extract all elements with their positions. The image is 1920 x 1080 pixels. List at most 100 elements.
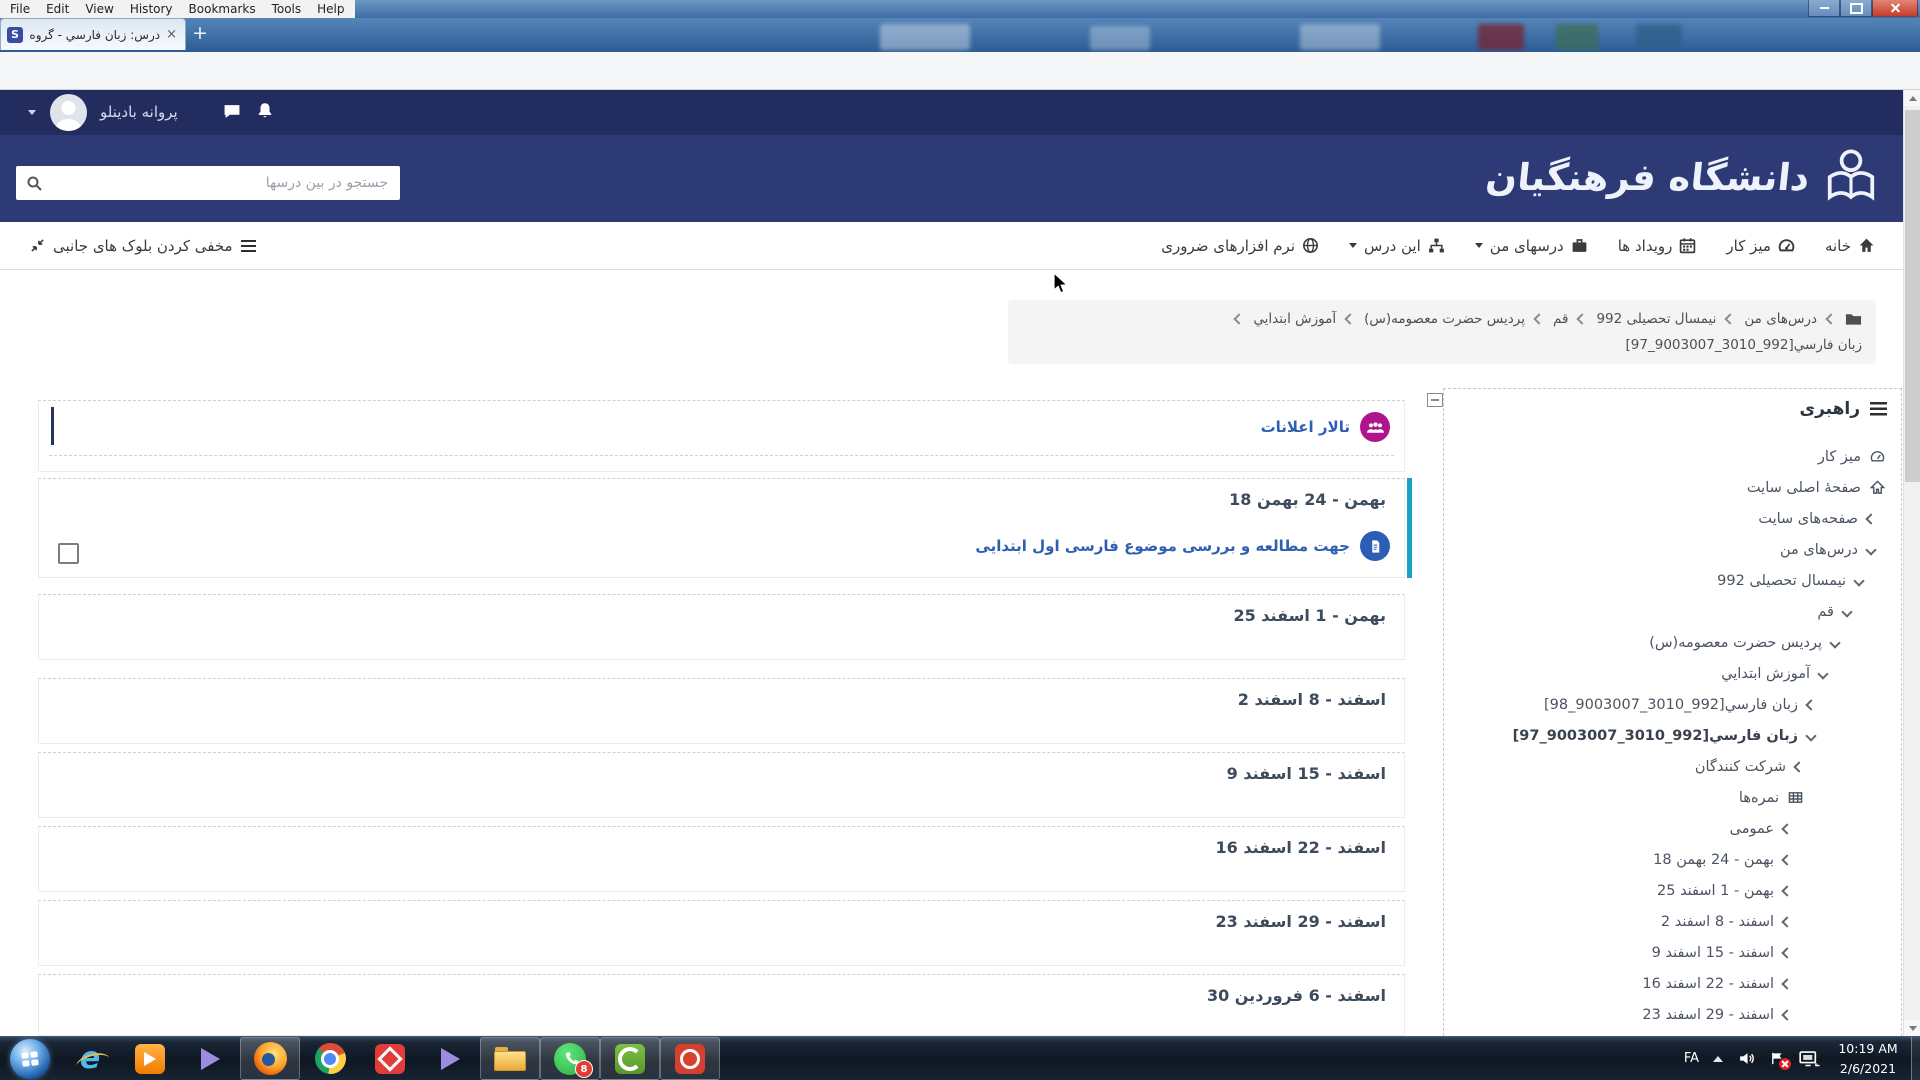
taskbar-media-player[interactable] [120,1037,180,1080]
taskbar-anydesk[interactable] [360,1037,420,1080]
section-title: 18 بهمن - 24 بهمن [1229,490,1386,509]
show-hidden-icons[interactable] [1713,1056,1723,1062]
taskbar-camtasia-recorder[interactable] [660,1037,720,1080]
menu-view[interactable]: View [85,2,113,16]
nav-item-home[interactable]: خانه [1825,237,1875,255]
navblock-item-city[interactable]: قم [1817,596,1901,627]
taskbar-clock[interactable]: 10:19 AM 2/6/2021 [1834,1039,1902,1078]
taskbar-chrome[interactable] [300,1037,360,1080]
navblock-item-semester[interactable]: نیمسال تحصیلی 992 [1717,565,1901,596]
taskbar-whatsapp[interactable]: 8 [540,1037,600,1080]
breadcrumb-campus[interactable]: پردیس حضرت معصومه(س) [1364,311,1525,327]
navblock-item-course-97[interactable]: زبان فارسي[97_9003007_3010_992] [1513,720,1901,751]
menu-file[interactable]: File [10,2,30,16]
item-label: صفحهٔ اصلی سایت [1747,480,1861,496]
navblock-item-week-5[interactable]: 16 اسفند - 22 اسفند [1642,968,1901,999]
nav-item-software[interactable]: نرم افزارهای ضروری [1161,237,1319,255]
menu-bookmarks[interactable]: Bookmarks [189,2,256,16]
maximize-button[interactable] [1840,0,1872,17]
navblock-item-program[interactable]: آموزش ابتدايي [1721,658,1901,689]
sitemap-icon [1428,237,1445,254]
notifications-bell-icon[interactable] [256,101,274,120]
nav-item-this-course[interactable]: این درس [1349,237,1445,255]
navblock-item-dashboard[interactable]: میز کار [1818,441,1901,472]
avatar[interactable] [50,94,87,131]
scrollbar-thumb[interactable] [1905,110,1920,482]
course-code: [97_9003007_3010_992] [1626,337,1794,353]
block-menu-icon[interactable] [1870,402,1887,416]
globe-icon [1302,237,1319,254]
taskbar-explorer[interactable] [480,1037,540,1080]
chevron-expanded-icon [1817,668,1828,679]
chrome-icon [315,1043,346,1074]
navblock-item-week-3[interactable]: 2 اسفند - 8 اسفند [1661,906,1901,937]
block-title: راهبری [1800,399,1861,419]
navblock-item-week-2[interactable]: 25 بهمن - 1 اسفند [1657,875,1901,906]
scroll-up-button[interactable] [1904,90,1920,106]
activity-link[interactable]: جهت مطالعه و بررسی موضوع فارسی اول ابتدا… [975,531,1390,561]
navblock-item-participants[interactable]: شرکت کنندگان [1695,751,1901,782]
menu-history[interactable]: History [130,2,173,16]
navblock-item-week-4[interactable]: 9 اسفند - 15 اسفند [1652,937,1901,968]
navblock-item-my-courses[interactable]: درس‌های من [1780,534,1901,565]
breadcrumb-my-courses[interactable]: درس‌های من [1744,311,1817,327]
page-scrollbar[interactable] [1903,90,1920,1036]
navblock-item-site-home[interactable]: صفحهٔ اصلی سایت [1747,472,1901,503]
page-resource-icon [1360,531,1390,561]
course-search-input[interactable] [50,174,390,192]
nav-item-my-courses[interactable]: درسهای من [1475,237,1588,255]
chevron-expanded-icon [1805,730,1816,741]
user-name[interactable]: پروانه بادینلو [100,103,178,121]
menu-edit[interactable]: Edit [46,2,69,16]
completion-checkbox[interactable] [58,543,79,564]
dashboard-icon [1778,237,1795,254]
taskbar-kmplayer[interactable] [180,1037,240,1080]
browser-tab[interactable]: S درس: زبان فارسي - گروه 97 [992] × [0,18,186,50]
navblock-item-general[interactable]: عمومی [1730,813,1901,844]
navblock-item-course-98[interactable]: زبان فارسي[98_9003007_3010_992] [1544,689,1901,720]
language-indicator[interactable]: FA [1684,1051,1699,1066]
menu-help[interactable]: Help [317,2,344,16]
section-week-5: 16 اسفند - 22 اسفند [38,826,1405,892]
navblock-item-grades[interactable]: نمره‌ها [1739,782,1901,813]
taskbar-camtasia[interactable] [600,1037,660,1080]
start-button[interactable] [0,1037,60,1080]
dock-block-icon[interactable] [1427,393,1443,407]
navblock-item-week-6[interactable]: 23 اسفند - 29 اسفند [1642,999,1901,1030]
tab-title: درس: زبان فارسي - گروه 97 [992] [27,28,160,42]
navblock-item-campus[interactable]: پردیس حضرت معصومه(س) [1649,627,1901,658]
activity-label: جهت مطالعه و بررسی موضوع فارسی اول ابتدا… [975,537,1350,555]
minimize-button[interactable] [1808,0,1840,17]
chevron-collapsed-icon [1781,885,1792,896]
user-menu-caret-icon[interactable] [28,110,36,115]
university-logo[interactable]: دانشگاه فرهنگیان [1486,147,1877,207]
scroll-down-button[interactable] [1904,1020,1920,1036]
taskbar-kmplayer-2[interactable] [420,1037,480,1080]
breadcrumb-city[interactable]: قم [1553,311,1568,327]
navblock-item-week-1[interactable]: 18 بهمن - 24 بهمن [1653,844,1901,875]
messages-icon[interactable] [222,103,242,120]
network-icon[interactable] [1799,1050,1820,1067]
close-button[interactable] [1872,0,1918,17]
nav-item-events[interactable]: رویداد ها [1618,237,1697,255]
volume-icon[interactable] [1737,1050,1756,1067]
announcements-forum-link[interactable]: تالار اعلانات [1261,412,1390,442]
taskbar-internet-explorer[interactable]: e [60,1037,120,1080]
taskbar-firefox-active[interactable] [240,1037,300,1080]
navblock-item-site-pages[interactable]: صفحه‌های سایت [1758,503,1901,534]
nav-item-dashboard[interactable]: میز کار [1726,237,1795,255]
tab-close-icon[interactable]: × [164,27,179,42]
show-desktop-button[interactable] [1911,1037,1920,1080]
new-tab-button[interactable]: + [192,24,208,43]
glass-reflection [1556,24,1598,50]
action-center-flag-icon[interactable] [1770,1050,1785,1067]
menu-tools[interactable]: Tools [272,2,302,16]
breadcrumb-semester[interactable]: نیمسال تحصیلی 992 [1596,311,1716,327]
logo-text: دانشگاه فرهنگیان [1483,156,1811,199]
hide-blocks-button[interactable]: مخفی کردن بلوک های جانبی [30,222,256,269]
section-title: 25 بهمن - 1 اسفند [1233,606,1386,625]
main-navbar: خانه میز کار رویداد ها درسهای من این درس [0,222,1903,270]
breadcrumb-program[interactable]: آموزش ابتدايي [1253,311,1336,327]
course-search[interactable] [16,166,400,200]
breadcrumb-course[interactable]: زبان فارسي[97_9003007_3010_992] [1626,337,1862,353]
